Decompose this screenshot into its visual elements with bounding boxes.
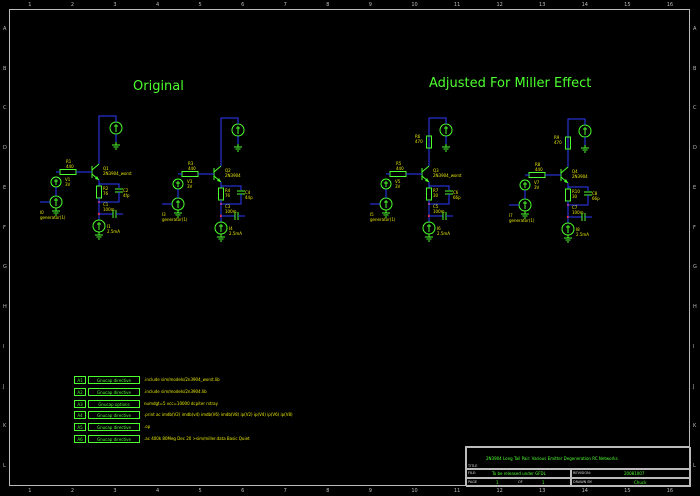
transistor-collector [91, 163, 100, 171]
component-label: 2N3904_worst [103, 171, 132, 176]
directive-name: Gnucap directive [88, 423, 140, 431]
component-label: 2.5mA [107, 229, 120, 234]
transistor-collector [560, 166, 569, 174]
directive-name: Gnucap options [88, 400, 140, 408]
component-label: 2.5mA [576, 232, 589, 237]
resistor-symbol [59, 169, 77, 175]
drawn-label: DRAWN BY: [573, 480, 593, 484]
component-label: generator(1) [162, 217, 188, 222]
directive-text: .op [144, 424, 151, 429]
schematic-title: 2N3904 Long Tail Pair: Various Emitter D… [486, 456, 618, 461]
directive-id: A6 [74, 435, 86, 443]
directive-id: A1 [74, 376, 86, 384]
component-label: 66p [453, 195, 461, 200]
component-label: 2N3904 [572, 174, 588, 179]
component-label: 100m [225, 209, 237, 214]
resistor-symbol [426, 187, 432, 201]
resistor-symbol [181, 171, 199, 177]
component-label: generator(1) [370, 217, 396, 222]
resistor-symbol [218, 187, 224, 201]
directive-text: .print ac imdb(V2) imdb(v4) imdb(V6) imd… [144, 412, 293, 417]
title-block: 2N3904 Long Tail Pair: Various Emitter D… [465, 446, 691, 487]
file-value: To be released under GFDL [492, 471, 546, 476]
wire [220, 117, 239, 166]
component-label: 470 [415, 139, 423, 144]
directive-name: Gnucap directive [88, 411, 140, 419]
component-label: 440 [188, 166, 196, 171]
component-label: 2N3904_worst [433, 173, 462, 178]
page-label: PAGE [468, 480, 478, 484]
resistor-symbol [565, 188, 571, 202]
page-value: 1 [496, 480, 499, 485]
schematic-sheet: 1 1 2 2 3 3 4 4 5 5 6 6 7 7 8 8 9 9 10 10 11 11 12 12 13 13 14 14 15… [0, 0, 700, 496]
component-label: 2N3904 [225, 173, 241, 178]
transistor-collector [213, 165, 222, 173]
component-label: 66p [592, 196, 600, 201]
schematic-wiring [40, 115, 592, 243]
directive-name: Gnucap directive [88, 388, 140, 396]
directive-id: A3 [74, 400, 86, 408]
directive-id: A5 [74, 423, 86, 431]
directive-text: .ac 400k 80Meg Dec 20 >sim/miller.data B… [144, 436, 250, 441]
directive-name: Gnucap directive [88, 435, 140, 443]
component-label: 3V [65, 182, 71, 187]
component-label: 30 [572, 194, 578, 199]
component-label: 3V [534, 185, 540, 190]
of-value: 1 [542, 480, 545, 485]
component-label: 4fp [123, 193, 130, 198]
directive-id: A2 [74, 388, 86, 396]
component-label: 3V [187, 184, 193, 189]
revision-value: 20081007 [624, 471, 645, 476]
directive-name: Gnucap directive [88, 376, 140, 384]
component-label: 440 [396, 166, 404, 171]
transistor-collector [421, 165, 430, 173]
directive-text: numdgt=5 vcc=10000 dcpiter rstray [144, 401, 218, 406]
component-label: 440 [535, 167, 543, 172]
revision-label: REVISION: [573, 471, 591, 475]
component-label: 3V [395, 184, 401, 189]
component-label: 440 [66, 164, 74, 169]
drawn-value: Chuck [634, 480, 647, 485]
component-label: 44p [245, 195, 253, 200]
component-label: 100m [103, 207, 115, 212]
component-label: 30 [433, 193, 439, 198]
directive-id: A4 [74, 411, 86, 419]
component-label: generator(1) [509, 218, 535, 223]
file-label: FILE: [468, 471, 477, 475]
component-label: 2.5mA [437, 231, 450, 236]
component-label: 2.5mA [229, 231, 242, 236]
wire [98, 115, 117, 164]
component-label: 76 [225, 193, 231, 198]
component-label: 100m [433, 209, 445, 214]
of-label: OF [518, 480, 523, 484]
resistor-symbol [96, 185, 102, 199]
title-label: TITLE [468, 464, 478, 468]
component-label: 470 [554, 140, 562, 145]
directive-text: .include sim/models/2n3904_worst.lib [144, 377, 220, 382]
component-label: generator(1) [40, 215, 66, 220]
resistor-symbol [389, 171, 407, 177]
component-label: 76 [103, 191, 109, 196]
component-label: 100m [572, 210, 584, 215]
resistor-symbol [528, 172, 546, 178]
directive-text: .include sim/models/2n3904.lib [144, 389, 207, 394]
